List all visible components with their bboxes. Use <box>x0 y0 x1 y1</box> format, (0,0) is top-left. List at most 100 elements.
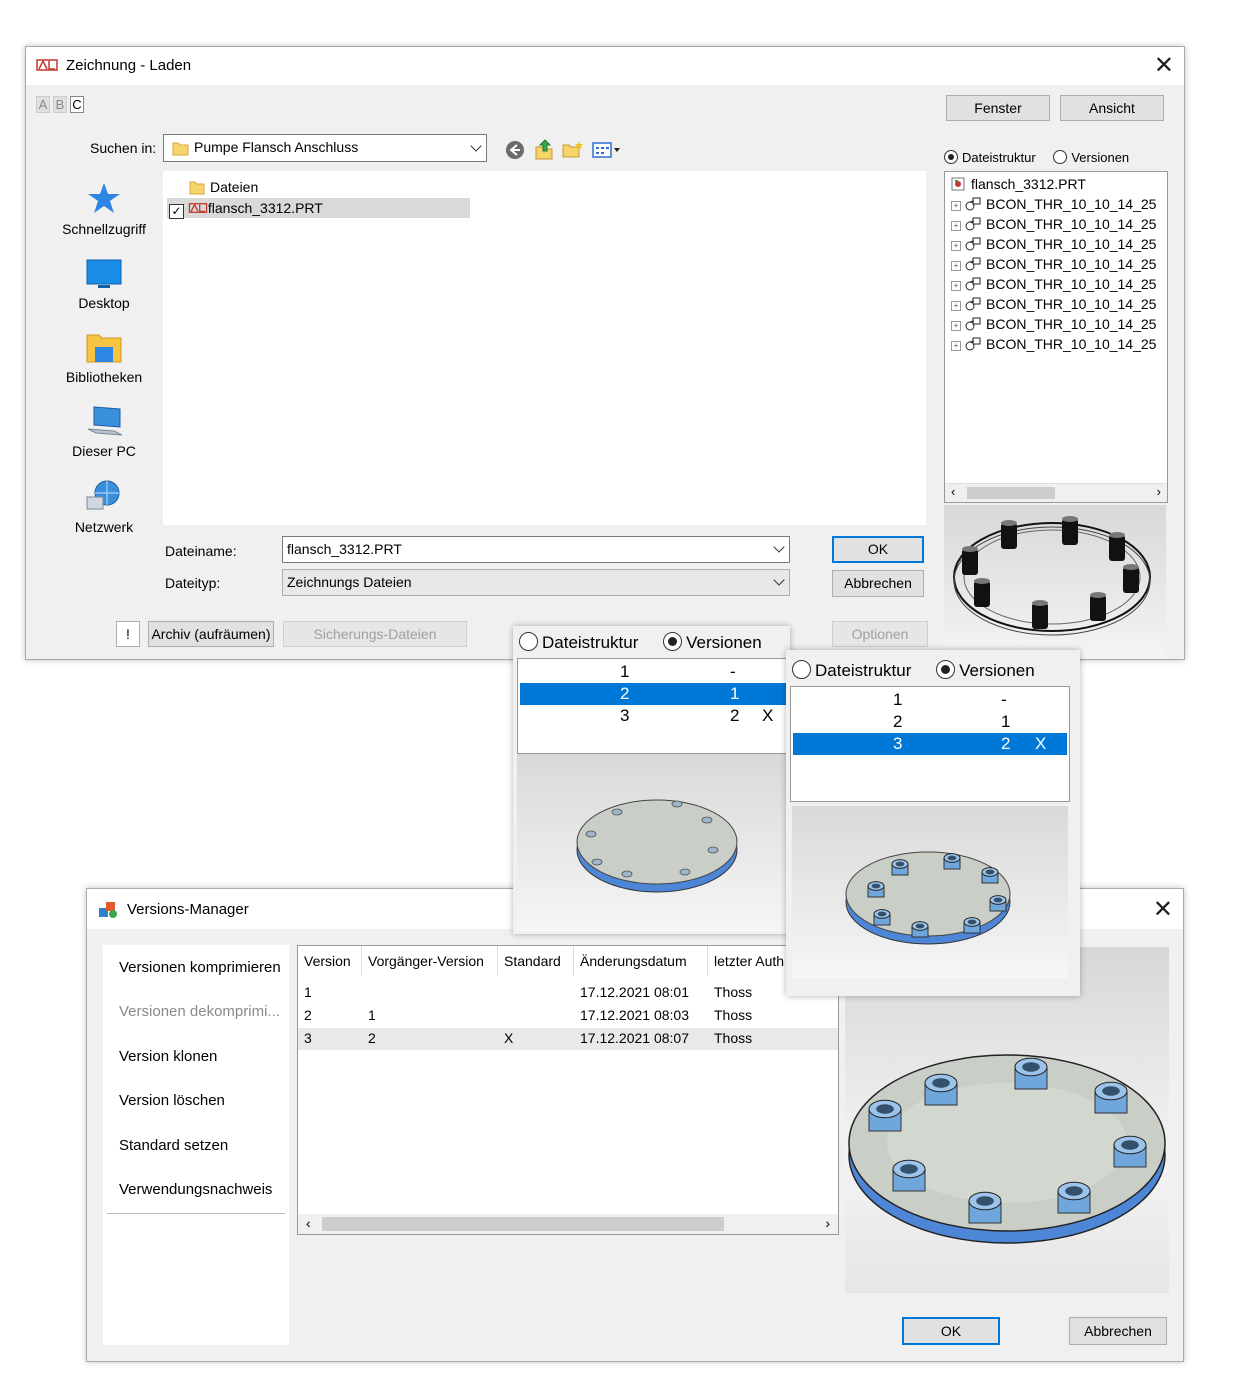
version-table[interactable]: Version Vorgänger-Version Standard Änder… <box>297 945 839 1235</box>
expand-icon[interactable]: + <box>951 301 961 311</box>
popup-b-version-list[interactable]: 1-2132X <box>790 686 1070 802</box>
optionen-button[interactable]: Optionen <box>832 621 928 647</box>
vm-ok-button[interactable]: OK <box>902 1317 1000 1345</box>
tree-item-label: BCON_THR_10_10_14_25 <box>986 216 1157 232</box>
col-aenderungsdatum[interactable]: Änderungsdatum <box>574 946 708 976</box>
nav-bibliotheken-label: Bibliotheken <box>65 369 143 385</box>
nav-dieser-pc[interactable]: Dieser PC <box>48 405 160 459</box>
fenster-button[interactable]: Fenster <box>946 95 1050 121</box>
expand-icon[interactable]: + <box>951 341 961 351</box>
table-row[interactable]: 1 17.12.2021 08:01 Thoss <box>298 982 838 1004</box>
nav-desktop[interactable]: Desktop <box>48 259 160 311</box>
suchen-dropdown[interactable]: Pumpe Flansch Anschluss <box>163 134 487 162</box>
menu-version-klonen[interactable]: Version klonen <box>119 1048 217 1065</box>
tree-root-label: flansch_3312.PRT <box>971 176 1086 192</box>
back-icon[interactable] <box>505 140 525 160</box>
tree-item[interactable]: + BCON_THR_10_10_14_25 <box>951 234 1156 254</box>
tab-c[interactable]: C <box>70 96 84 113</box>
version-list-row[interactable]: 21 <box>793 711 1067 733</box>
table-row[interactable]: 3 2 X 17.12.2021 08:07 Thoss <box>298 1028 838 1050</box>
col-standard[interactable]: Standard <box>498 946 574 976</box>
version-list-cell: 2 <box>893 712 903 731</box>
load-dialog: Zeichnung - Laden ✕ ABC Fenster Ansicht … <box>25 46 1185 660</box>
tab-b[interactable]: B <box>53 96 67 113</box>
tab-a[interactable]: A <box>36 96 50 113</box>
radio-versionen[interactable]: Versionen <box>1053 150 1129 165</box>
expand-icon[interactable]: + <box>951 281 961 291</box>
dateityp-dropdown[interactable]: Zeichnungs Dateien <box>282 569 790 596</box>
scroll-thumb[interactable] <box>322 1217 724 1231</box>
exclamation-button[interactable]: ! <box>116 621 140 647</box>
ansicht-button[interactable]: Ansicht <box>1060 95 1164 121</box>
tree-item[interactable]: + BCON_THR_10_10_14_25 <box>951 334 1156 354</box>
close-icon[interactable]: ✕ <box>1153 898 1173 922</box>
popup-b-radio-dateistruktur[interactable]: Dateistruktur <box>792 660 911 680</box>
tree-item[interactable]: + BCON_THR_10_10_14_25 <box>951 274 1156 294</box>
file-structure-tree[interactable]: flansch_3312.PRT + BCON_THR_10_10_14_25 + B… <box>944 171 1168 503</box>
scroll-right-icon[interactable]: › <box>1157 484 1161 499</box>
popup-b-radio-group: Dateistruktur Versionen <box>792 660 1035 681</box>
close-icon[interactable]: ✕ <box>1154 54 1174 78</box>
tree-hscrollbar[interactable]: ‹ › <box>945 483 1167 502</box>
col-version[interactable]: Version <box>298 946 362 976</box>
scroll-left-icon[interactable]: ‹ <box>306 1215 311 1231</box>
nav-bibliotheken[interactable]: Bibliotheken <box>48 331 160 385</box>
version-list-row[interactable]: 3 2 X <box>793 733 1067 755</box>
abbrechen-button[interactable]: Abbrechen <box>832 570 924 597</box>
tree-item[interactable]: + BCON_THR_10_10_14_25 <box>951 194 1156 214</box>
menu-versionen-komprimieren[interactable]: Versionen komprimieren <box>119 959 281 976</box>
menu-versionen-dekomprimieren[interactable]: Versionen dekomprimi... <box>119 1003 280 1020</box>
scroll-thumb[interactable] <box>967 487 1055 499</box>
up-folder-icon[interactable] <box>534 138 554 160</box>
file-checkbox[interactable]: ✓ <box>169 204 184 219</box>
vm-abbrechen-button[interactable]: Abbrechen <box>1069 1317 1167 1345</box>
component-icon <box>965 297 981 311</box>
table-row[interactable]: 2 1 17.12.2021 08:03 Thoss <box>298 1005 838 1027</box>
file-row-flansch[interactable]: ✓ flansch_3312.PRT <box>167 198 470 219</box>
expand-icon[interactable]: + <box>951 261 961 271</box>
file-row-dateien[interactable]: Dateien <box>189 177 258 197</box>
version-list-cell: 3 <box>620 706 630 725</box>
bolt-socket <box>871 883 881 889</box>
menu-verwendungsnachweis[interactable]: Verwendungsnachweis <box>119 1181 272 1198</box>
table-cell: X <box>504 1030 514 1046</box>
expand-icon[interactable]: + <box>951 201 961 211</box>
scroll-left-icon[interactable]: ‹ <box>951 484 955 499</box>
scroll-right-icon[interactable]: › <box>825 1215 830 1231</box>
new-folder-icon[interactable] <box>562 140 584 158</box>
version-list-row[interactable]: 21 <box>520 683 788 705</box>
version-list-row[interactable]: 1- <box>793 689 1067 711</box>
popup-a-radio-dateistruktur[interactable]: Dateistruktur <box>519 632 638 652</box>
view-menu-icon[interactable] <box>592 141 622 159</box>
tree-item-label: BCON_THR_10_10_14_25 <box>986 296 1157 312</box>
expand-icon[interactable]: + <box>951 321 961 331</box>
version-list-row[interactable]: 1- <box>520 661 788 683</box>
menu-version-loeschen[interactable]: Version löschen <box>119 1092 225 1109</box>
popup-a-radio-versionen[interactable]: Versionen <box>663 632 762 652</box>
tree-item[interactable]: + BCON_THR_10_10_14_25 <box>951 314 1156 334</box>
popup-b-radio-versionen[interactable]: Versionen <box>936 660 1035 680</box>
nav-schnellzugriff[interactable]: Schnellzugriff <box>48 181 160 237</box>
tree-item[interactable]: + BCON_THR_10_10_14_25 <box>951 294 1156 314</box>
expand-icon[interactable]: + <box>951 221 961 231</box>
version-list-row[interactable]: 3 2 X <box>520 705 788 727</box>
table-cell: Thoss <box>714 1007 753 1023</box>
expand-icon[interactable]: + <box>951 241 961 251</box>
version-list-cell: 1 <box>1001 712 1011 731</box>
popup-a-version-list[interactable]: 1-2132X <box>517 658 791 754</box>
table-hscrollbar[interactable]: ‹ › <box>298 1214 838 1234</box>
archiv-button[interactable]: Archiv (aufräumen) <box>148 621 274 647</box>
file-list[interactable]: Dateien ✓ flansch_3312.PRT <box>163 171 926 525</box>
bolt-socket <box>1065 1186 1083 1196</box>
menu-standard-setzen[interactable]: Standard setzen <box>119 1137 228 1154</box>
radio-dateistruktur[interactable]: Dateistruktur <box>944 150 1036 165</box>
dateityp-label: Dateityp: <box>165 575 221 591</box>
tree-item[interactable]: + BCON_THR_10_10_14_25 <box>951 214 1156 234</box>
dateiname-input[interactable]: flansch_3312.PRT <box>282 536 790 563</box>
col-vorgaenger-version[interactable]: Vorgänger-Version <box>362 946 498 976</box>
nav-netzwerk[interactable]: Netzwerk <box>48 479 160 535</box>
tree-root[interactable]: flansch_3312.PRT <box>951 174 1086 194</box>
tree-item[interactable]: + BCON_THR_10_10_14_25 <box>951 254 1156 274</box>
sicherungs-dateien-button[interactable]: Sicherungs-Dateien <box>283 621 467 647</box>
ok-button[interactable]: OK <box>832 536 924 563</box>
